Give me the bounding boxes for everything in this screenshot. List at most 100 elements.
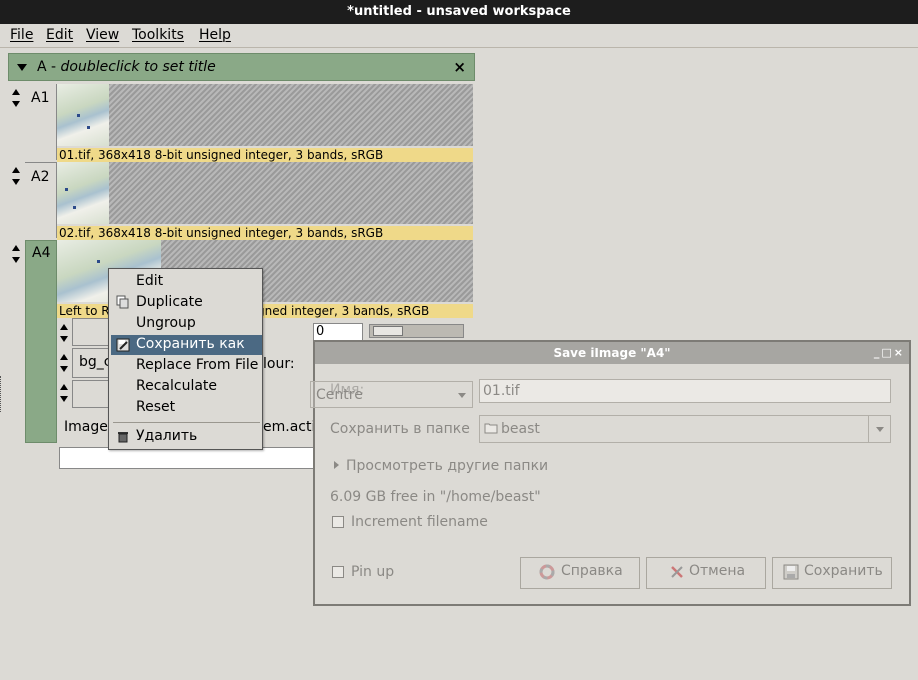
row-a2-caption: 02.tif, 368x418 8-bit unsigned integer, … — [57, 226, 473, 240]
pin-up-label: Pin up — [351, 564, 395, 580]
window-controls-icon[interactable]: _□× — [874, 342, 905, 364]
menu-item-replace-from-file[interactable]: Replace From File — [136, 357, 258, 373]
filename-input[interactable]: 01.tif — [479, 379, 891, 403]
colour-label: lour: — [263, 356, 295, 372]
behind-dropdown[interactable]: Centre — [310, 381, 473, 408]
row-tab-a2[interactable]: A2 — [25, 162, 57, 238]
increment-filename-label: Increment filename — [351, 514, 488, 530]
menu-item-ungroup[interactable]: Ungroup — [136, 315, 196, 331]
chevron-down-icon — [458, 393, 466, 398]
move-down-icon[interactable] — [60, 396, 68, 402]
window-title: *untitled - unsaved workspace — [0, 0, 918, 24]
menu-help[interactable]: Help — [199, 27, 231, 43]
menu-item-recalculate[interactable]: Recalculate — [136, 378, 217, 394]
free-space-text: 6.09 GB free in "/home/beast" — [330, 489, 541, 505]
move-up-icon[interactable] — [12, 89, 20, 95]
menu-separator — [113, 422, 260, 423]
resize-grip[interactable] — [0, 376, 3, 412]
menubar: File Edit View Toolkits Help — [0, 24, 918, 48]
menu-toolkits[interactable]: Toolkits — [132, 27, 184, 43]
menu-item-save-as-label: Сохранить как — [136, 336, 245, 352]
pin-up-checkbox[interactable] — [332, 566, 344, 578]
row-id-a2: A2 — [31, 169, 50, 185]
menu-item-edit[interactable]: Edit — [136, 273, 163, 289]
column-name: A - — [37, 59, 61, 75]
sub-arrows-1[interactable] — [58, 322, 72, 346]
folder-label: Сохранить в папке — [330, 421, 470, 437]
column-title[interactable]: A - doubleclick to set title — [37, 59, 216, 75]
menu-view[interactable]: View — [86, 27, 119, 43]
image-label: Image — [64, 419, 108, 435]
floppy-disk-icon — [783, 564, 799, 580]
row-a1-arrows[interactable] — [10, 87, 24, 111]
filename-value: 01.tif — [483, 383, 520, 399]
move-up-icon[interactable] — [60, 354, 68, 360]
move-down-icon[interactable] — [60, 336, 68, 342]
save-dialog-titlebar[interactable]: Save iImage "A4" _□× — [315, 342, 909, 364]
folder-combo[interactable]: beast — [479, 415, 891, 443]
move-down-icon[interactable] — [60, 366, 68, 372]
value-input[interactable]: 0 — [313, 323, 363, 341]
menu-item-duplicate[interactable]: Duplicate — [136, 294, 203, 310]
menu-item-reset[interactable]: Reset — [136, 399, 175, 415]
menu-item-delete[interactable]: Удалить — [136, 428, 197, 444]
behind-dropdown-label: Centre — [316, 387, 363, 403]
chevron-down-icon — [876, 427, 884, 432]
increment-filename-checkbox[interactable] — [332, 516, 344, 528]
context-menu: Edit Duplicate Ungroup Сохранить как Rep… — [108, 268, 263, 450]
row-id-a4: A4 — [32, 245, 51, 261]
save-as-icon — [116, 338, 130, 352]
menubar-separator — [0, 47, 918, 48]
expander-arrow-icon[interactable] — [334, 461, 339, 469]
row-a4-caption-right: gned integer, 3 bands, sRGB — [257, 304, 430, 318]
row-tab-a4[interactable]: A4 — [25, 240, 57, 443]
column-title-hint: doubleclick to set title — [60, 59, 216, 75]
move-up-icon[interactable] — [12, 245, 20, 251]
cancel-button[interactable]: Отмена — [646, 557, 766, 589]
row-a1-caption: 01.tif, 368x418 8-bit unsigned integer, … — [57, 148, 473, 162]
close-icon[interactable]: × — [453, 58, 466, 76]
help-lifebuoy-icon — [539, 564, 555, 580]
folder-dropdown-button[interactable] — [868, 416, 890, 442]
sub-arrows-2[interactable] — [58, 352, 72, 376]
save-button-label: Сохранить — [804, 563, 883, 579]
help-button-label: Справка — [561, 563, 623, 579]
formula-input[interactable] — [59, 447, 321, 469]
move-up-icon[interactable] — [12, 167, 20, 173]
folder-value: beast — [501, 421, 540, 437]
sub-row-1-box[interactable] — [72, 318, 112, 346]
row-tab-a1[interactable]: A1 — [25, 84, 57, 160]
sub-row-3-box[interactable] — [72, 380, 112, 408]
cancel-button-label: Отмена — [689, 563, 746, 579]
column-header[interactable]: A - doubleclick to set title × — [8, 53, 475, 81]
row-a2-arrows[interactable] — [10, 165, 24, 189]
row-a4-arrows[interactable] — [10, 243, 24, 267]
move-down-icon[interactable] — [12, 101, 20, 107]
row-a2-thumbnail-area[interactable] — [57, 162, 473, 224]
save-button[interactable]: Сохранить — [772, 557, 892, 589]
browse-folders-expander[interactable]: Просмотреть другие папки — [346, 458, 548, 474]
row-id-a1: A1 — [31, 90, 50, 106]
move-down-icon[interactable] — [12, 257, 20, 263]
move-up-icon[interactable] — [60, 384, 68, 390]
move-up-icon[interactable] — [60, 324, 68, 330]
row-a1-thumbnail-area[interactable] — [57, 84, 473, 146]
sub-arrows-3[interactable] — [58, 382, 72, 406]
duplicate-icon — [116, 295, 130, 309]
folder-icon — [484, 422, 498, 434]
help-button[interactable]: Справка — [520, 557, 640, 589]
sub-row-2-box[interactable]: bg_c — [72, 348, 112, 378]
collapse-triangle-icon[interactable] — [17, 64, 27, 71]
value-slider[interactable] — [369, 324, 464, 338]
menu-item-save-as[interactable]: Сохранить как — [111, 335, 262, 355]
menu-edit[interactable]: Edit — [46, 27, 73, 43]
row-a4-caption-left: Left to R — [59, 304, 110, 318]
move-down-icon[interactable] — [12, 179, 20, 185]
bg-label: bg_c — [79, 354, 112, 370]
slider-thumb[interactable] — [373, 326, 403, 336]
trash-icon — [116, 429, 130, 443]
cancel-x-icon — [669, 564, 685, 580]
menu-file[interactable]: File — [10, 27, 33, 43]
thumbnail-a1[interactable] — [57, 84, 109, 146]
thumbnail-a2[interactable] — [57, 162, 109, 224]
